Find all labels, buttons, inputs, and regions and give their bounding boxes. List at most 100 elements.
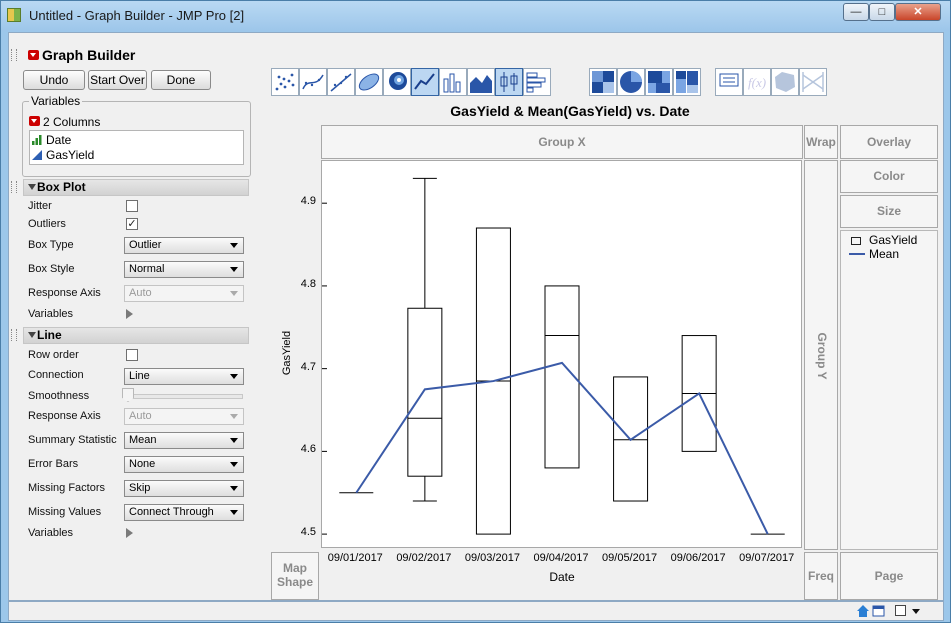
red-triangle-menu-icon[interactable] — [28, 50, 39, 60]
freq-zone[interactable]: Freq — [804, 552, 838, 600]
line-variables-expand-icon[interactable] — [126, 528, 133, 538]
box-style-dropdown[interactable]: Normal — [124, 261, 244, 278]
maximize-button[interactable]: □ — [869, 3, 895, 21]
caption-box-icon[interactable] — [715, 68, 743, 96]
line-icon[interactable] — [411, 68, 439, 96]
layout-checkbox-icon[interactable] — [895, 605, 906, 616]
connection-value: Line — [129, 370, 150, 382]
variables-group: Variables 2 Columns Date GasYield — [22, 94, 251, 177]
column-item-gasyield[interactable]: GasYield — [32, 148, 240, 162]
missing-factors-dropdown[interactable]: Skip — [124, 480, 244, 497]
home-icon[interactable] — [856, 604, 870, 618]
smoothness-slider-track[interactable] — [128, 394, 243, 399]
treemap-icon[interactable] — [645, 68, 673, 96]
boxplot-variables-expand-icon[interactable] — [126, 309, 133, 319]
y-tick-label: 4.8 — [300, 277, 316, 290]
start-over-button[interactable]: Start Over — [88, 70, 147, 90]
line-response-axis-value: Auto — [129, 410, 152, 422]
y-axis-label: GasYield — [281, 330, 293, 376]
error-bars-value: None — [129, 458, 156, 470]
ellipse-icon[interactable] — [355, 68, 383, 96]
row-order-checkbox[interactable] — [126, 349, 138, 361]
panel-grip-icon[interactable] — [11, 49, 17, 61]
app-window: Untitled - Graph Builder - JMP Pro [2] —… — [0, 0, 951, 623]
close-button[interactable]: ✕ — [895, 3, 941, 21]
chevron-down-icon — [230, 462, 238, 467]
map-shapes-icon[interactable] — [771, 68, 799, 96]
missing-values-dropdown[interactable]: Connect Through — [124, 504, 244, 521]
plot-area[interactable] — [322, 161, 803, 549]
smoothness-slider-thumb[interactable] — [122, 388, 134, 402]
box-type-label: Box Type — [28, 239, 74, 251]
chart-title: GasYield & Mean(GasYield) vs. Date — [450, 103, 690, 119]
connection-dropdown[interactable]: Line — [124, 368, 244, 385]
contour-icon[interactable] — [383, 68, 411, 96]
title-bar[interactable]: Untitled - Graph Builder - JMP Pro [2] —… — [1, 1, 950, 31]
parallel-icon[interactable] — [799, 68, 827, 96]
missing-factors-label: Missing Factors — [28, 482, 106, 494]
line-grip-icon[interactable] — [11, 329, 17, 341]
line-response-axis-dropdown: Auto — [124, 408, 244, 425]
outliers-checkbox[interactable]: ✓ — [126, 218, 138, 230]
x-axis-label: Date — [549, 570, 575, 584]
outliers-label: Outliers — [28, 218, 66, 230]
points-icon[interactable] — [271, 68, 299, 96]
boxplot-response-axis-label: Response Axis — [28, 287, 101, 299]
missing-values-label: Missing Values — [28, 506, 102, 518]
summary-statistic-dropdown[interactable]: Mean — [124, 432, 244, 449]
color-zone[interactable]: Color — [840, 160, 938, 193]
chevron-down-icon — [230, 486, 238, 491]
overlay-zone[interactable]: Overlay — [840, 125, 938, 159]
panel-title: Graph Builder — [42, 47, 136, 63]
group-y-zone[interactable]: Group Y — [804, 160, 838, 550]
x-tick-label: 09/07/2017 — [739, 552, 795, 564]
boxplot-variables-label: Variables — [28, 308, 74, 320]
line-of-fit-icon[interactable] — [327, 68, 355, 96]
box-plot-icon[interactable] — [495, 68, 523, 96]
collapse-icon[interactable] — [28, 184, 36, 190]
graph-frame[interactable] — [321, 160, 802, 548]
formula-icon[interactable]: f(x) — [743, 68, 771, 96]
contour-smoother-icon[interactable] — [299, 68, 327, 96]
chevron-down-icon[interactable] — [912, 609, 920, 614]
y-tick-label: 4.5 — [300, 526, 316, 539]
smoothness-label: Smoothness — [28, 390, 90, 402]
undo-button[interactable]: Undo — [23, 70, 85, 90]
row-order-label: Row order — [28, 349, 79, 361]
line-variables-label: Variables — [28, 527, 74, 539]
box-plot-section-header[interactable]: Box Plot — [23, 179, 249, 196]
connection-label: Connection — [28, 369, 84, 381]
mosaic-icon[interactable] — [673, 68, 701, 96]
box-plot-title: Box Plot — [37, 180, 86, 194]
line-legend-icon — [849, 253, 865, 255]
window-list-icon[interactable] — [872, 604, 886, 618]
area-icon[interactable] — [467, 68, 495, 96]
jitter-label: Jitter — [28, 200, 52, 212]
error-bars-dropdown[interactable]: None — [124, 456, 244, 473]
status-bar — [8, 601, 944, 621]
bar-icon[interactable] — [439, 68, 467, 96]
map-shape-zone[interactable]: Map Shape — [271, 552, 319, 600]
column-item-date[interactable]: Date — [32, 133, 240, 147]
jitter-checkbox[interactable] — [126, 200, 138, 212]
columns-menu-icon[interactable] — [29, 116, 40, 126]
missing-values-value: Connect Through — [129, 506, 214, 518]
histogram-icon[interactable] — [523, 68, 551, 96]
legend-gasyield: GasYield — [869, 233, 918, 247]
heatmap-icon[interactable] — [589, 68, 617, 96]
chevron-down-icon — [230, 438, 238, 443]
page-zone[interactable]: Page — [840, 552, 938, 600]
legend-panel: GasYield Mean — [840, 230, 938, 550]
wrap-zone[interactable]: Wrap — [804, 125, 838, 159]
boxplot-grip-icon[interactable] — [11, 181, 17, 193]
collapse-icon[interactable] — [28, 332, 36, 338]
box-type-dropdown[interactable]: Outlier — [124, 237, 244, 254]
minimize-button[interactable]: — — [843, 3, 869, 21]
chevron-down-icon — [230, 374, 238, 379]
size-zone[interactable]: Size — [840, 195, 938, 228]
done-button[interactable]: Done — [151, 70, 211, 90]
pie-icon[interactable] — [617, 68, 645, 96]
boxplot-response-axis-dropdown: Auto — [124, 285, 244, 302]
line-section-header[interactable]: Line — [23, 327, 249, 344]
group-x-zone[interactable]: Group X — [321, 125, 803, 159]
